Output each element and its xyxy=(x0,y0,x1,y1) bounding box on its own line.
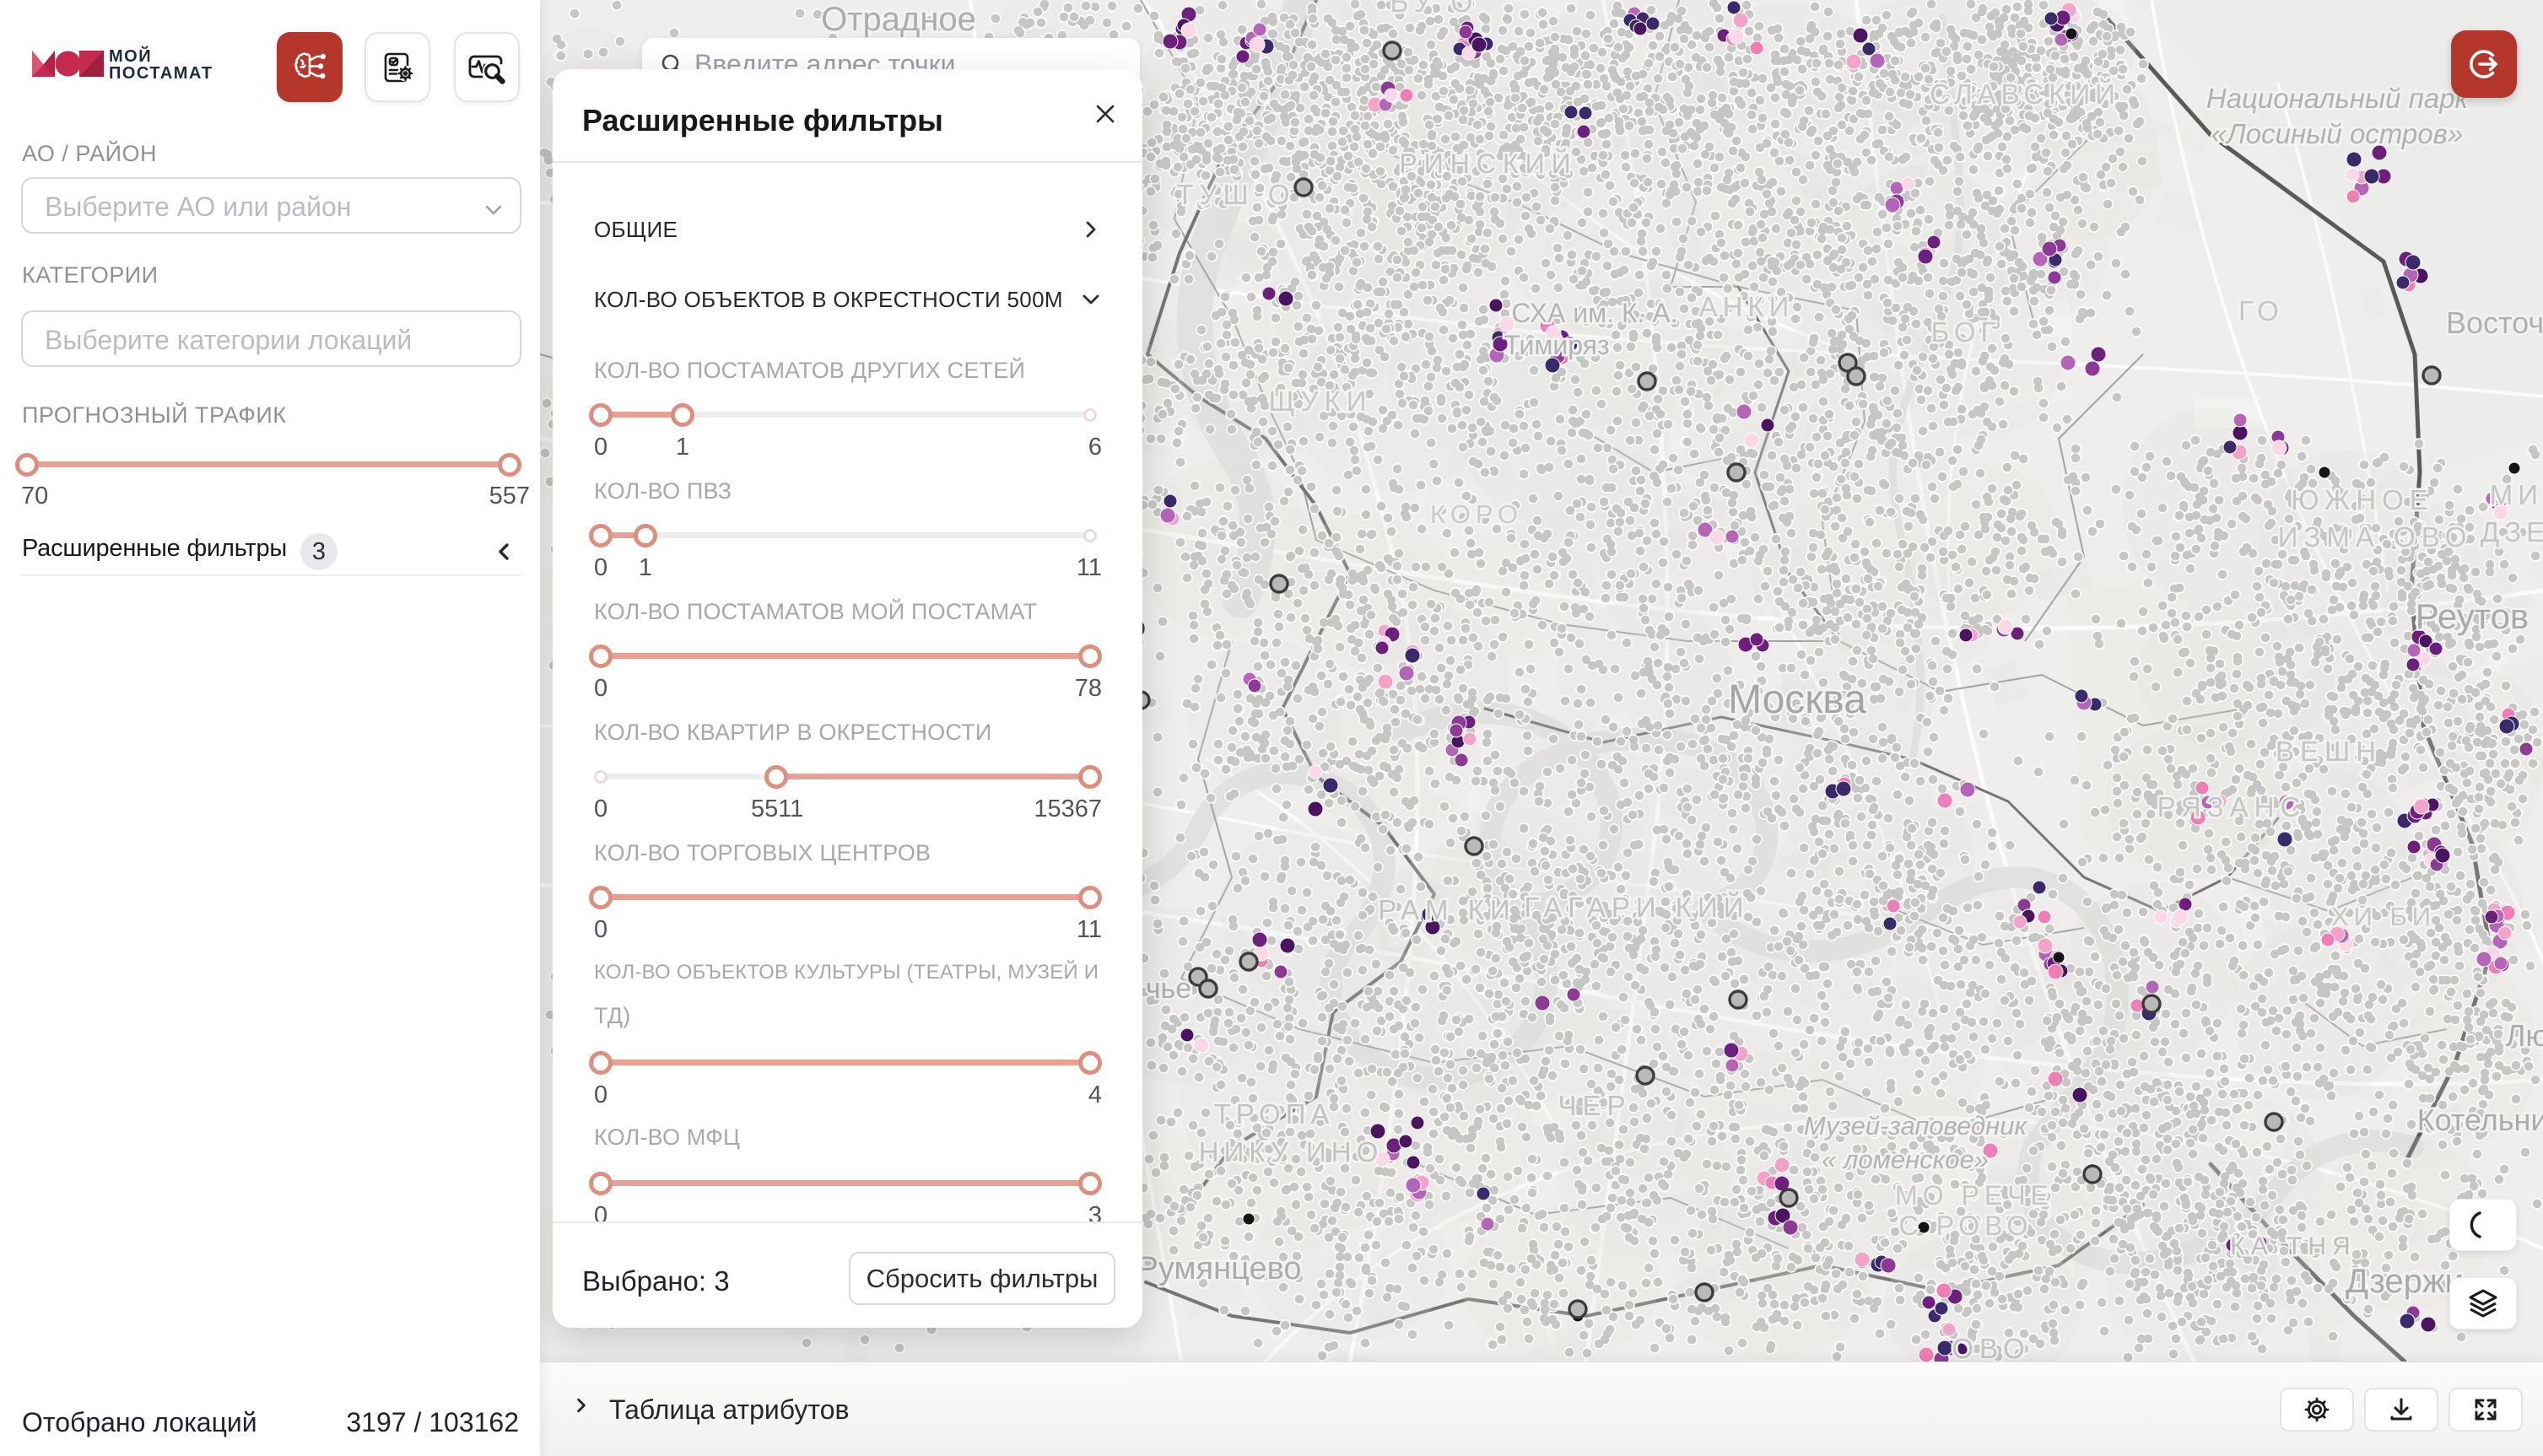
svg-text:ЧЕР: ЧЕР xyxy=(1558,1090,1631,1121)
svg-text:Румянцево: Румянцево xyxy=(1137,1251,1302,1286)
svg-text:НИКУ ИНО: НИКУ ИНО xyxy=(1199,1136,1384,1167)
svg-text:Отрадное: Отрадное xyxy=(821,1,976,38)
svg-text:чье: чье xyxy=(1146,973,1191,1005)
svg-text:С РОВО: С РОВО xyxy=(1899,1211,2033,1241)
svg-text:Национальный парк: Национальный парк xyxy=(2206,83,2470,114)
svg-text:МО РЕЧЕ: МО РЕЧЕ xyxy=(1895,1180,2054,1211)
svg-text:Реутов: Реутов xyxy=(2416,596,2530,636)
svg-text:Котельник: Котельник xyxy=(2417,1103,2543,1137)
svg-text:ХИ БИ: ХИ БИ xyxy=(2331,902,2436,931)
svg-text:СЛАВСКИЙ: СЛАВСКИЙ xyxy=(1930,78,2120,110)
svg-text:КА ТНЯ: КА ТНЯ xyxy=(2230,1232,2356,1260)
svg-text:Восточный: Восточный xyxy=(2446,305,2543,340)
svg-text:ГАГАРИ КИЙ: ГАГАРИ КИЙ xyxy=(1525,892,1750,923)
svg-text:ИЗМА ОВО: ИЗМА ОВО xyxy=(2278,521,2473,553)
svg-text:АНКИ: АНКИ xyxy=(1699,291,1795,322)
svg-text:Москва: Москва xyxy=(1728,677,1866,722)
svg-text:ЮЖНОЕ: ЮЖНОЕ xyxy=(2291,484,2434,515)
svg-text:КОРО: КОРО xyxy=(1430,499,1523,529)
svg-text:ЩУКИ: ЩУКИ xyxy=(1269,386,1373,417)
svg-text:« ломенское»: « ломенское» xyxy=(1822,1145,1989,1174)
svg-text:СХА им. К. А.: СХА им. К. А. xyxy=(1511,298,1677,328)
svg-text:БУ О: БУ О xyxy=(1390,0,1479,18)
svg-text:«Лосиный остров»: «Лосиный остров» xyxy=(2211,118,2463,149)
svg-text:Тимиряз: Тимиряз xyxy=(1504,330,1609,360)
svg-text:ВЕШН: ВЕШН xyxy=(2276,736,2382,767)
svg-text:МИК: МИК xyxy=(2490,479,2543,510)
svg-text:БОГ: БОГ xyxy=(1931,316,2001,348)
svg-text:ОВО: ОВО xyxy=(1952,1333,2030,1362)
svg-text:Дзержи: Дзержи xyxy=(2346,1263,2464,1300)
svg-text:Музей-заповедник: Музей-заповедник xyxy=(1804,1111,2028,1141)
svg-text:РИНСКИЙ: РИНСКИЙ xyxy=(1399,148,1577,179)
svg-text:ТРОПА: ТРОПА xyxy=(1214,1098,1335,1130)
svg-text:Лю: Лю xyxy=(2506,1018,2543,1053)
svg-text:ДЗЕР: ДЗЕР xyxy=(2481,516,2543,547)
svg-text:РАМ КИ: РАМ КИ xyxy=(1378,894,1515,925)
svg-text:РЯЗАНС: РЯЗАНС xyxy=(2157,791,2307,822)
svg-text:ГО: ГО xyxy=(2238,295,2284,326)
svg-text:ТУШ О: ТУШ О xyxy=(1176,179,1295,210)
